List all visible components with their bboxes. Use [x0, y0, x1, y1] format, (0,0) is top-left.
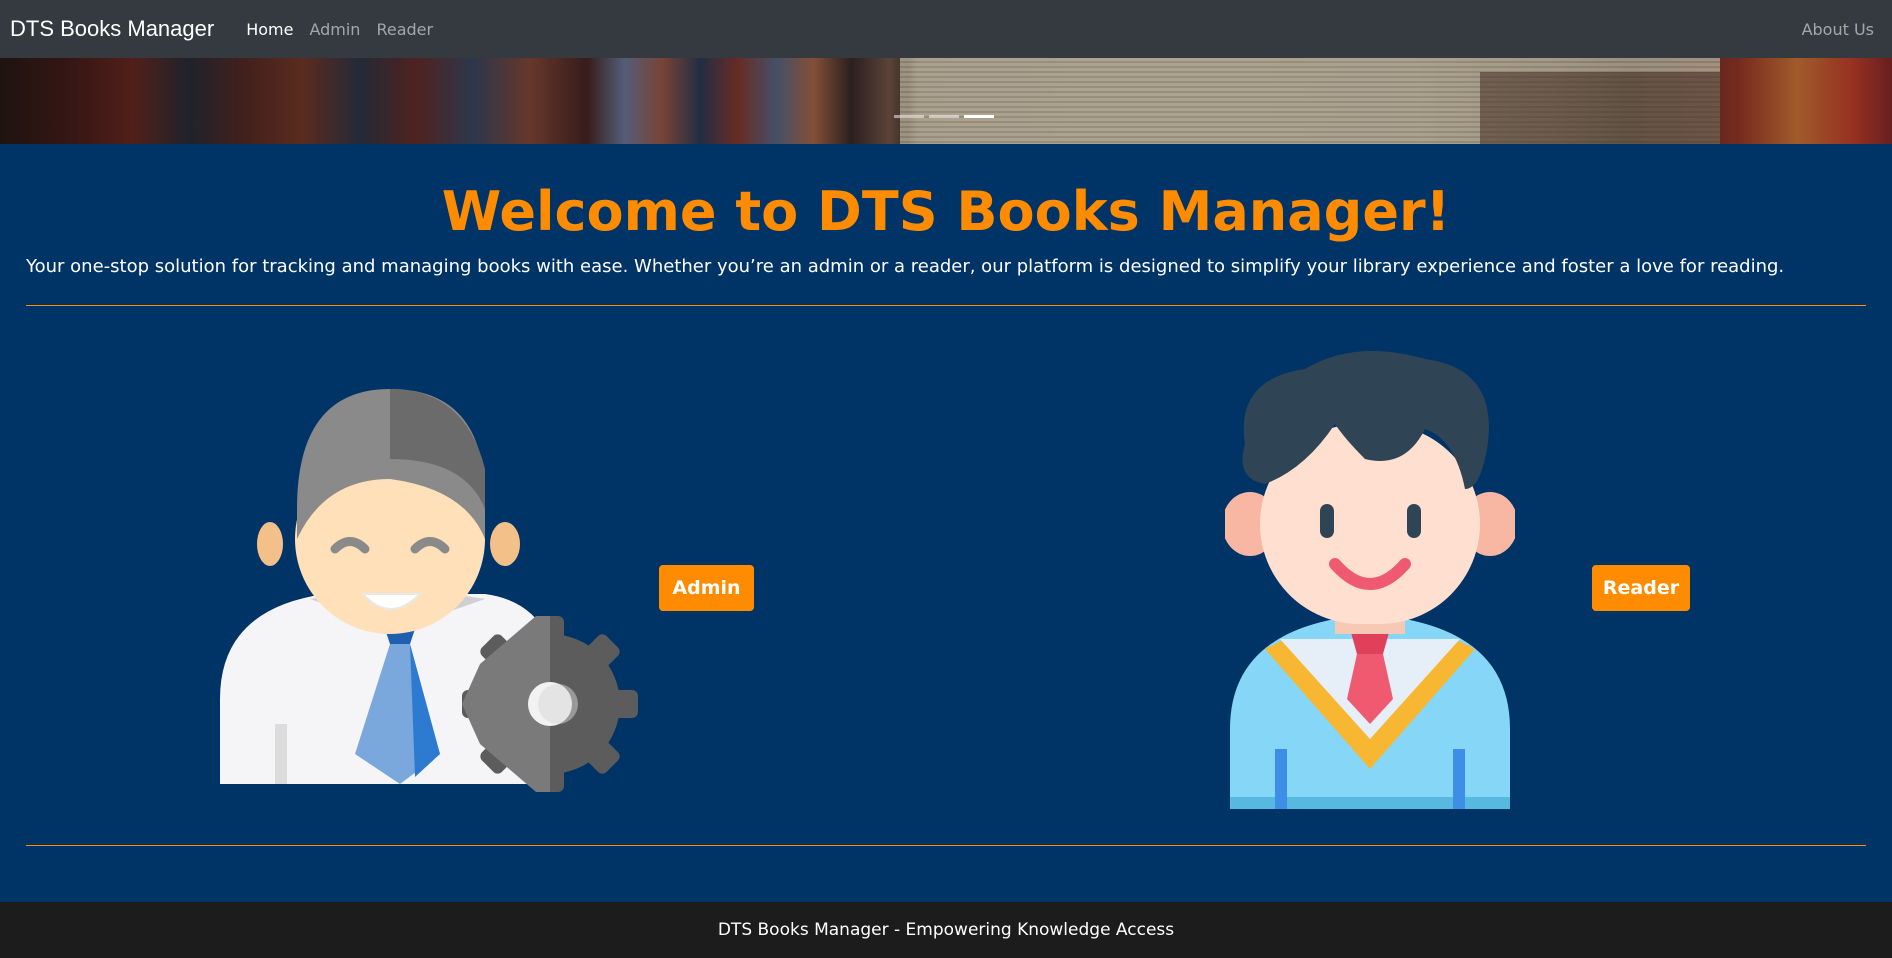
page-title: Welcome to DTS Books Manager! [441, 180, 1451, 243]
nav-link-about-us[interactable]: About Us [1802, 20, 1874, 39]
carousel-indicators [894, 115, 994, 118]
reader-avatar-icon [1225, 351, 1515, 809]
footer-text: DTS Books Manager - Empowering Knowledge… [717, 920, 1175, 940]
carousel-indicator[interactable] [964, 115, 994, 118]
main-content: Welcome to DTS Books Manager! Your one-s… [0, 144, 1892, 902]
nav-link-admin[interactable]: Admin [309, 20, 360, 39]
page-subtitle: Your one-stop solution for tracking and … [26, 256, 1785, 277]
admin-button[interactable]: Admin [659, 565, 754, 611]
brand-logo-text[interactable]: DTS Books Manager [10, 16, 214, 42]
carousel-indicator[interactable] [894, 115, 924, 118]
nav-link-reader[interactable]: Reader [376, 20, 433, 39]
nav-link-home[interactable]: Home [246, 20, 293, 39]
divider-bottom [26, 845, 1866, 846]
carousel-indicator[interactable] [929, 115, 959, 118]
reader-button[interactable]: Reader [1592, 565, 1690, 611]
footer: DTS Books Manager - Empowering Knowledge… [0, 902, 1892, 958]
admin-avatar-icon [220, 389, 638, 792]
hero-banner-carousel [0, 58, 1892, 144]
divider-top [26, 305, 1866, 306]
navbar: DTS Books Manager Home Admin Reader Abou… [0, 0, 1892, 58]
